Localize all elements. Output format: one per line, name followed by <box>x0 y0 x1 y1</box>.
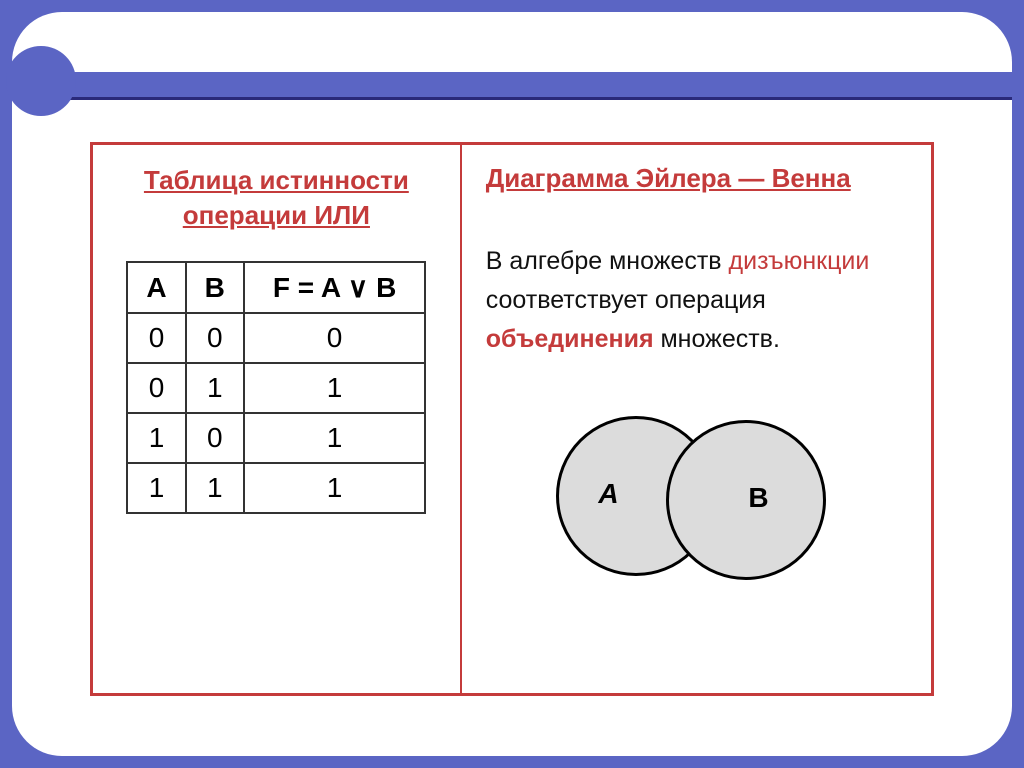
table-row: 1 1 1 <box>127 463 425 513</box>
truth-table: А В F = A ∨ B 0 0 0 0 1 1 1 0 1 <box>126 261 426 514</box>
decorative-band <box>12 72 1012 100</box>
col-f: F = A ∨ B <box>244 262 425 313</box>
table-row: 0 1 1 <box>127 363 425 413</box>
col-a: А <box>127 262 185 313</box>
description-text: В алгебре множеств дизъюнкции соответств… <box>486 242 907 358</box>
table-row: 0 0 0 <box>127 313 425 363</box>
venn-label-a: A <box>598 478 618 510</box>
right-pane: Диаграмма Эйлера — Венна В алгебре множе… <box>462 145 931 693</box>
venn-label-b: B <box>748 482 768 514</box>
venn-circle-b <box>666 420 826 580</box>
truth-table-title: Таблица истинности операции ИЛИ <box>144 163 409 233</box>
table-row: 1 0 1 <box>127 413 425 463</box>
col-b: В <box>186 262 244 313</box>
content-box: Таблица истинности операции ИЛИ А В F = … <box>90 142 934 696</box>
slide-frame: Таблица истинности операции ИЛИ А В F = … <box>12 12 1012 756</box>
title-line: Таблица истинности <box>144 165 409 195</box>
term-disjunction: дизъюнкции <box>729 247 870 275</box>
title-line: операции ИЛИ <box>183 200 370 230</box>
venn-title: Диаграмма Эйлера — Венна <box>486 163 907 194</box>
venn-diagram: A B <box>536 406 856 596</box>
term-union: объединения <box>486 325 654 353</box>
left-pane: Таблица истинности операции ИЛИ А В F = … <box>93 145 462 693</box>
table-header-row: А В F = A ∨ B <box>127 262 425 313</box>
